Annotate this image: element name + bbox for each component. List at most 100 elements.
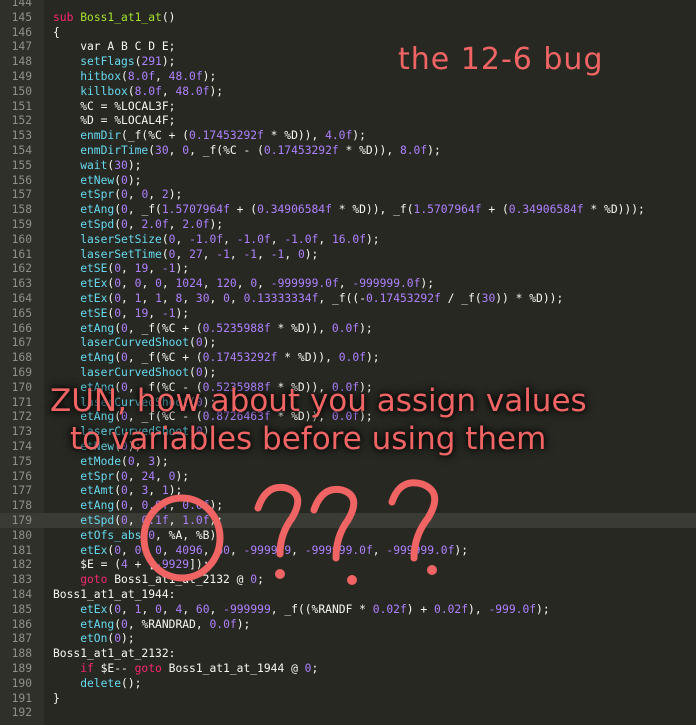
code-token: , xyxy=(161,602,176,616)
code-token: , xyxy=(127,218,142,231)
code-token: etNew xyxy=(53,173,115,187)
code-line[interactable]: 177 etAmt(0, 3, 1); xyxy=(0,483,696,498)
code-token: 30 xyxy=(481,292,496,305)
line-number: 155 xyxy=(11,158,32,172)
code-text: enmDir(_f(%C + (0.17453292f * %D)), 4.0f… xyxy=(53,128,366,143)
code-text: enmDirTime(30, 0, _f(%C - (0.17453292f *… xyxy=(53,143,441,158)
code-text: killbox(8.0f, 48.0f); xyxy=(53,84,223,99)
code-token: , xyxy=(209,602,224,616)
code-token: -1 xyxy=(161,306,176,320)
code-line[interactable]: 190 delete(); xyxy=(0,676,696,691)
code-line[interactable]: 169 laserCurvedShoot(0); xyxy=(0,365,696,380)
code-text: if $E-- goto Boss1_at1_at_1944 @ 0; xyxy=(53,661,318,676)
code-line[interactable]: 176 etSpr(0, 24, 0); xyxy=(0,469,696,484)
code-line[interactable]: 189 if $E-- goto Boss1_at1_at_1944 @ 0; xyxy=(0,661,696,676)
code-line[interactable]: 191} xyxy=(0,691,696,706)
code-token: $E-- xyxy=(100,662,135,675)
code-line[interactable]: 166 etAng(0, _f(%C + (0.5235988f * %D)),… xyxy=(0,321,696,336)
code-token: (_f(%C + ( xyxy=(121,129,190,143)
code-token: 2 xyxy=(161,188,169,202)
code-token: { xyxy=(53,25,60,39)
code-text: etSE(0, 19, -1); xyxy=(53,306,189,321)
code-token: 0 xyxy=(155,543,162,557)
line-number: 158 xyxy=(11,203,32,217)
code-line[interactable]: 187 etOn(0); xyxy=(0,631,696,646)
line-number: 181 xyxy=(11,543,32,557)
code-line[interactable]: 154 enmDirTime(30, 0, _f(%C - (0.1745329… xyxy=(0,143,696,158)
code-token: ); xyxy=(175,469,190,483)
code-line[interactable]: 159 etSpd(0, 2.0f, 2.0f); xyxy=(0,217,696,232)
code-token: ( xyxy=(114,203,122,217)
code-line[interactable]: 178 etAng(0, 0.0f, 0.0f); xyxy=(0,498,696,513)
code-line[interactable]: 179 etSpd(0, 0.1f, 1.0f); xyxy=(0,513,696,528)
line-number: 176 xyxy=(11,469,32,483)
code-line[interactable]: 150 killbox(8.0f, 48.0f); xyxy=(0,84,696,99)
code-token: 0 xyxy=(121,351,128,365)
code-line[interactable]: 156 etNew(0); xyxy=(0,173,696,188)
code-token: ); xyxy=(202,70,217,83)
code-token: 0 xyxy=(121,469,128,483)
line-number: 190 xyxy=(11,676,32,690)
code-token: 0 xyxy=(121,514,128,527)
code-line[interactable]: 152 %D = %LOCAL4F; xyxy=(0,113,696,128)
code-line[interactable]: 180 etOfs_abs(0, %A, %B); xyxy=(0,528,696,543)
code-line[interactable]: 162 etSE(0, 19, -1); xyxy=(0,261,696,276)
code-token: 19 xyxy=(134,306,149,320)
code-token: + ( xyxy=(481,203,509,217)
code-token: goto xyxy=(134,662,169,675)
code-text: etAng(0, _f(%C + (0.5235988f * %D)), 0.0… xyxy=(53,321,373,336)
code-token: 0 xyxy=(195,366,203,379)
line-number: 153 xyxy=(11,129,32,143)
code-token: , xyxy=(229,292,244,305)
code-token: etSE xyxy=(53,262,108,276)
code-line[interactable]: 164 etEx(0, 1, 1, 8, 30, 0, 0.13333334f,… xyxy=(0,291,696,306)
code-line[interactable]: 153 enmDir(_f(%C + (0.17453292f * %D)), … xyxy=(0,128,696,143)
line-number: 168 xyxy=(11,351,32,365)
code-line[interactable]: 184 Boss1_at1_at_1944: xyxy=(0,587,696,602)
code-line[interactable]: 155 wait(30); xyxy=(0,158,696,173)
code-token: , xyxy=(236,277,251,291)
code-line[interactable]: 192 xyxy=(0,705,696,720)
code-line[interactable]: 144 xyxy=(0,0,696,10)
code-token: + ( xyxy=(229,203,258,217)
code-line[interactable]: 163 etEx(0, 0, 0, 1024, 120, 0, -999999.… xyxy=(0,276,696,291)
code-line[interactable]: 188 Boss1_at1_at_2132: xyxy=(0,646,696,661)
code-token: , %A, %B); xyxy=(155,528,224,542)
code-token: 120 xyxy=(216,277,237,291)
code-token: ); xyxy=(168,188,183,202)
code-token: , xyxy=(141,543,156,557)
code-line[interactable]: 161 laserSetTime(0, 27, -1, -1, -1, 0); xyxy=(0,247,696,262)
code-text: etEx(0, 0, 0, 4096, 60, -999999, -999999… xyxy=(53,543,468,558)
code-line[interactable]: 158 etAng(0, _f(1.5707964f + (0.34906584… xyxy=(0,202,696,217)
code-line[interactable]: 146 { xyxy=(0,25,696,40)
code-line[interactable]: 165 etSE(0, 19, -1); xyxy=(0,306,696,321)
code-token: ( xyxy=(127,84,135,98)
code-token: , xyxy=(141,277,156,291)
code-line[interactable]: 182 $E = (4 + [-9929]); xyxy=(0,557,696,572)
code-editor[interactable]: 144 145 sub Boss1_at1_at() 146 {147 var A B … xyxy=(0,0,696,725)
code-token: ( xyxy=(121,70,128,83)
code-token: 1 xyxy=(155,292,162,305)
code-token: enmDir xyxy=(53,129,122,143)
code-token: 0.17453292f xyxy=(263,144,339,157)
code-line[interactable]: 145 sub Boss1_at1_at() xyxy=(0,10,696,25)
code-token: 30 xyxy=(155,144,169,157)
code-token: 48.0f xyxy=(175,84,210,98)
code-line[interactable]: 181 etEx(0, 0, 0, 4096, 60, -999999, -99… xyxy=(0,543,696,558)
code-text: goto Boss1_at1_at_2132 @ 0; xyxy=(53,572,264,587)
code-line[interactable]: 186 etAng(0, %RANDRAD, 0.0f); xyxy=(0,617,696,632)
code-token: , xyxy=(155,70,169,83)
code-token: -1 xyxy=(161,262,176,276)
code-line[interactable]: 185 etEx(0, 1, 0, 4, 60, -999999, _f((%R… xyxy=(0,602,696,617)
code-token: ); xyxy=(121,632,135,646)
code-line[interactable]: 151 %C = %LOCAL3F; xyxy=(0,99,696,114)
code-line[interactable]: 160 laserSetSize(0, -1.0f, -1.0f, -1.0f,… xyxy=(0,232,696,247)
code-token: 0 xyxy=(155,277,162,291)
code-line[interactable]: 157 etSpr(0, 0, 2); xyxy=(0,187,696,202)
code-token: goto xyxy=(53,573,115,587)
code-token: * %D)), xyxy=(270,321,332,335)
code-line[interactable]: 168 etAng(0, _f(%C + (0.17453292f * %D))… xyxy=(0,350,696,365)
code-token: ( xyxy=(114,218,122,231)
code-line[interactable]: 167 laserCurvedShoot(0); xyxy=(0,335,696,350)
code-line[interactable]: 183 goto Boss1_at1_at_2132 @ 0; xyxy=(0,572,696,587)
